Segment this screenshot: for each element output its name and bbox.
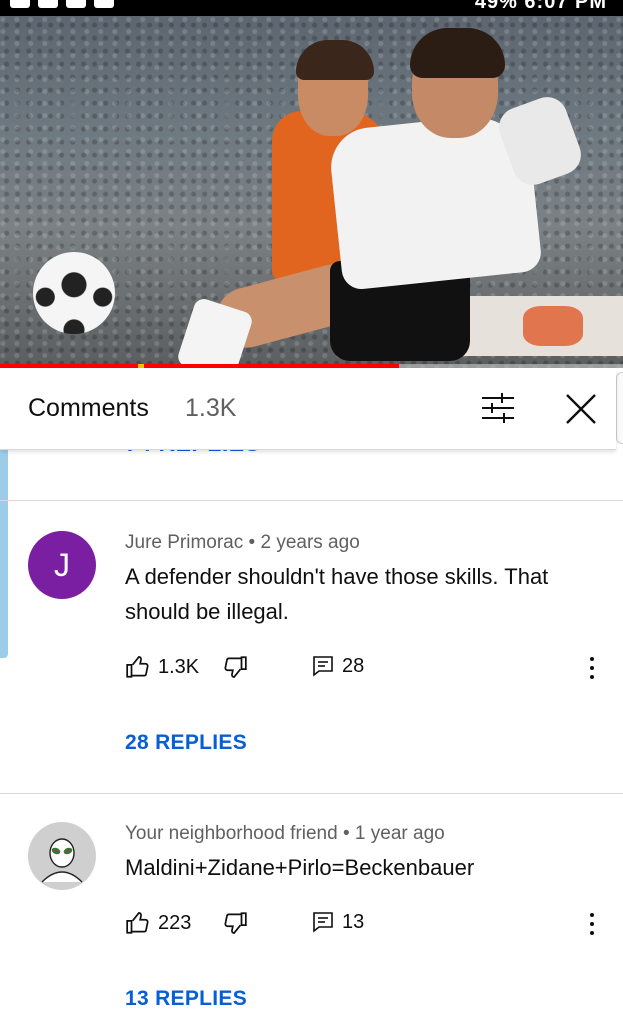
like-count: 1.3K bbox=[158, 655, 200, 678]
comments-title: Comments bbox=[28, 394, 149, 422]
comment-author[interactable]: Jure Primorac bbox=[125, 532, 243, 553]
divider bbox=[0, 793, 623, 794]
comments-header: Comments 1.3K bbox=[0, 368, 616, 450]
comment-text: A defender shouldn't have those skills. … bbox=[125, 564, 549, 624]
divider bbox=[0, 500, 623, 501]
notification-icon bbox=[10, 0, 30, 8]
dislike-button[interactable] bbox=[222, 910, 248, 936]
status-text: 49% 6:07 PM bbox=[474, 0, 607, 13]
avatar-letter: J bbox=[54, 546, 70, 583]
like-count: 223 bbox=[158, 911, 192, 934]
like-button[interactable]: 223 bbox=[125, 910, 191, 936]
video-player[interactable] bbox=[0, 16, 623, 368]
sliders-icon[interactable] bbox=[480, 390, 516, 426]
comment-author[interactable]: Your neighborhood friend bbox=[125, 823, 338, 844]
comment-time: 2 years ago bbox=[260, 532, 360, 553]
comment-icon bbox=[313, 912, 333, 933]
notification-icon bbox=[94, 0, 114, 8]
reply-count: 13 bbox=[342, 910, 365, 933]
more-options-icon[interactable] bbox=[582, 910, 602, 938]
comment-text: Maldini+Zidane+Pirlo=Beckenbauer bbox=[125, 855, 475, 880]
more-options-icon[interactable] bbox=[582, 654, 602, 682]
thumbs-up-icon bbox=[126, 912, 149, 934]
football bbox=[33, 252, 115, 334]
notification-icons bbox=[10, 0, 114, 8]
reply-button[interactable]: 13 bbox=[311, 910, 364, 934]
notification-icon bbox=[66, 0, 86, 8]
replies-button[interactable]: 28 REPLIES bbox=[125, 731, 247, 755]
alien-avatar-icon[interactable] bbox=[28, 822, 96, 890]
like-button[interactable]: 1.3K bbox=[125, 654, 199, 680]
notification-icon bbox=[38, 0, 58, 8]
comment-icon bbox=[313, 656, 333, 677]
close-icon[interactable] bbox=[562, 390, 600, 428]
thumbs-down-icon bbox=[224, 912, 247, 934]
comment-meta: Jure Primorac • 2 years ago bbox=[125, 532, 360, 553]
panel-edge bbox=[616, 372, 623, 444]
avatar[interactable]: J bbox=[28, 531, 96, 599]
thumbs-down-icon bbox=[224, 656, 247, 678]
ad-board bbox=[443, 296, 623, 356]
reply-button[interactable]: 28 bbox=[311, 654, 364, 678]
white-player-hair bbox=[410, 28, 505, 78]
replies-button[interactable]: 13 REPLIES bbox=[125, 987, 247, 1011]
comment-meta: Your neighborhood friend • 1 year ago bbox=[125, 823, 445, 844]
reply-count: 28 bbox=[342, 654, 365, 677]
status-bar: 49% 6:07 PM bbox=[0, 0, 623, 16]
comment-time: 1 year ago bbox=[354, 823, 445, 844]
dislike-button[interactable] bbox=[222, 654, 248, 680]
thumbs-up-icon bbox=[126, 656, 149, 678]
comments-count: 1.3K bbox=[185, 394, 237, 422]
